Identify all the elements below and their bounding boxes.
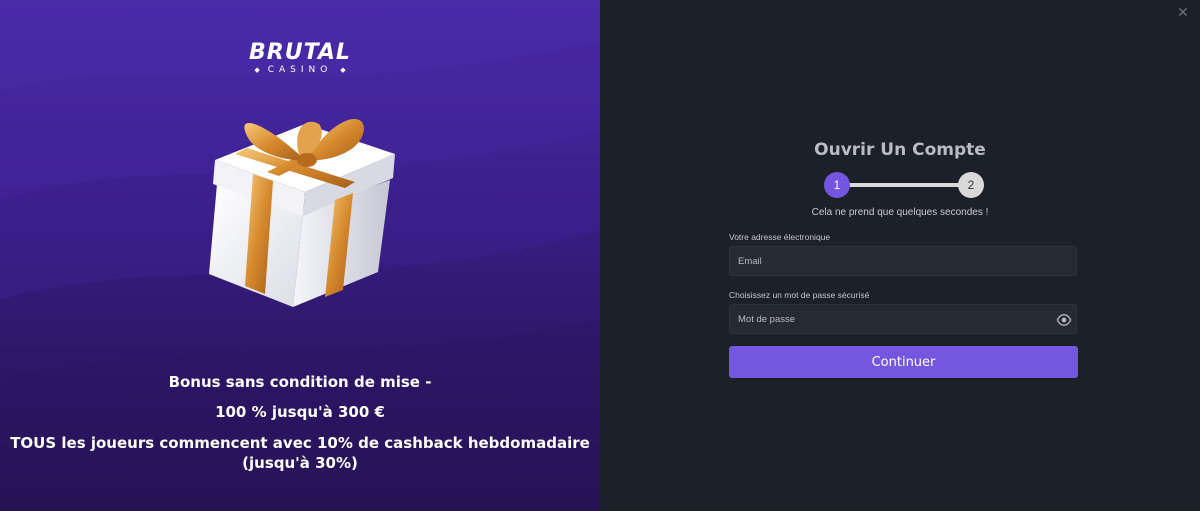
step-progress-line [848, 183, 960, 187]
logo-subtitle-text: CASINO [267, 65, 333, 75]
close-icon[interactable]: ✕ [1174, 3, 1192, 21]
step-indicator-2: 2 [958, 172, 984, 198]
promo-line-bonus: Bonus sans condition de mise - [168, 373, 432, 391]
gift-box-illustration [209, 118, 395, 307]
email-field-wrapper [729, 246, 1077, 276]
step-progress: 1 2 [824, 172, 984, 198]
form-title: Ouvrir Un Compte [814, 140, 986, 160]
password-field-wrapper [729, 304, 1077, 334]
password-label: Choisissez un mot de passe sécurisé [729, 290, 870, 300]
promo-panel: BRUTAL ◆ CASINO ◆ Bonus sans condition d… [0, 0, 600, 511]
eye-icon[interactable] [1056, 312, 1072, 328]
logo-wordmark: BRUTAL [249, 40, 351, 65]
logo-subtitle: ◆ CASINO ◆ [0, 65, 600, 76]
email-label: Votre adresse électronique [729, 232, 831, 242]
continue-button[interactable]: Continuer [729, 346, 1078, 378]
signup-modal: BRUTAL ◆ CASINO ◆ Bonus sans condition d… [0, 0, 1200, 511]
promo-line-cashback: TOUS les joueurs commencent avec 10% de … [10, 434, 590, 472]
brutal-casino-logo: BRUTAL ◆ CASINO ◆ [0, 42, 600, 76]
email-field[interactable] [730, 247, 1076, 275]
diamond-icon: ◆ [340, 66, 346, 74]
diamond-icon: ◆ [254, 66, 260, 74]
form-subtitle: Cela ne prend que quelques secondes ! [811, 207, 989, 218]
step-indicator-1: 1 [824, 172, 850, 198]
promo-line-match: 100 % jusqu'à 300 € [215, 403, 385, 421]
password-field[interactable] [730, 305, 1076, 333]
signup-form-panel: ✕ Ouvrir Un Compte 1 2 Cela ne prend que… [600, 0, 1200, 511]
